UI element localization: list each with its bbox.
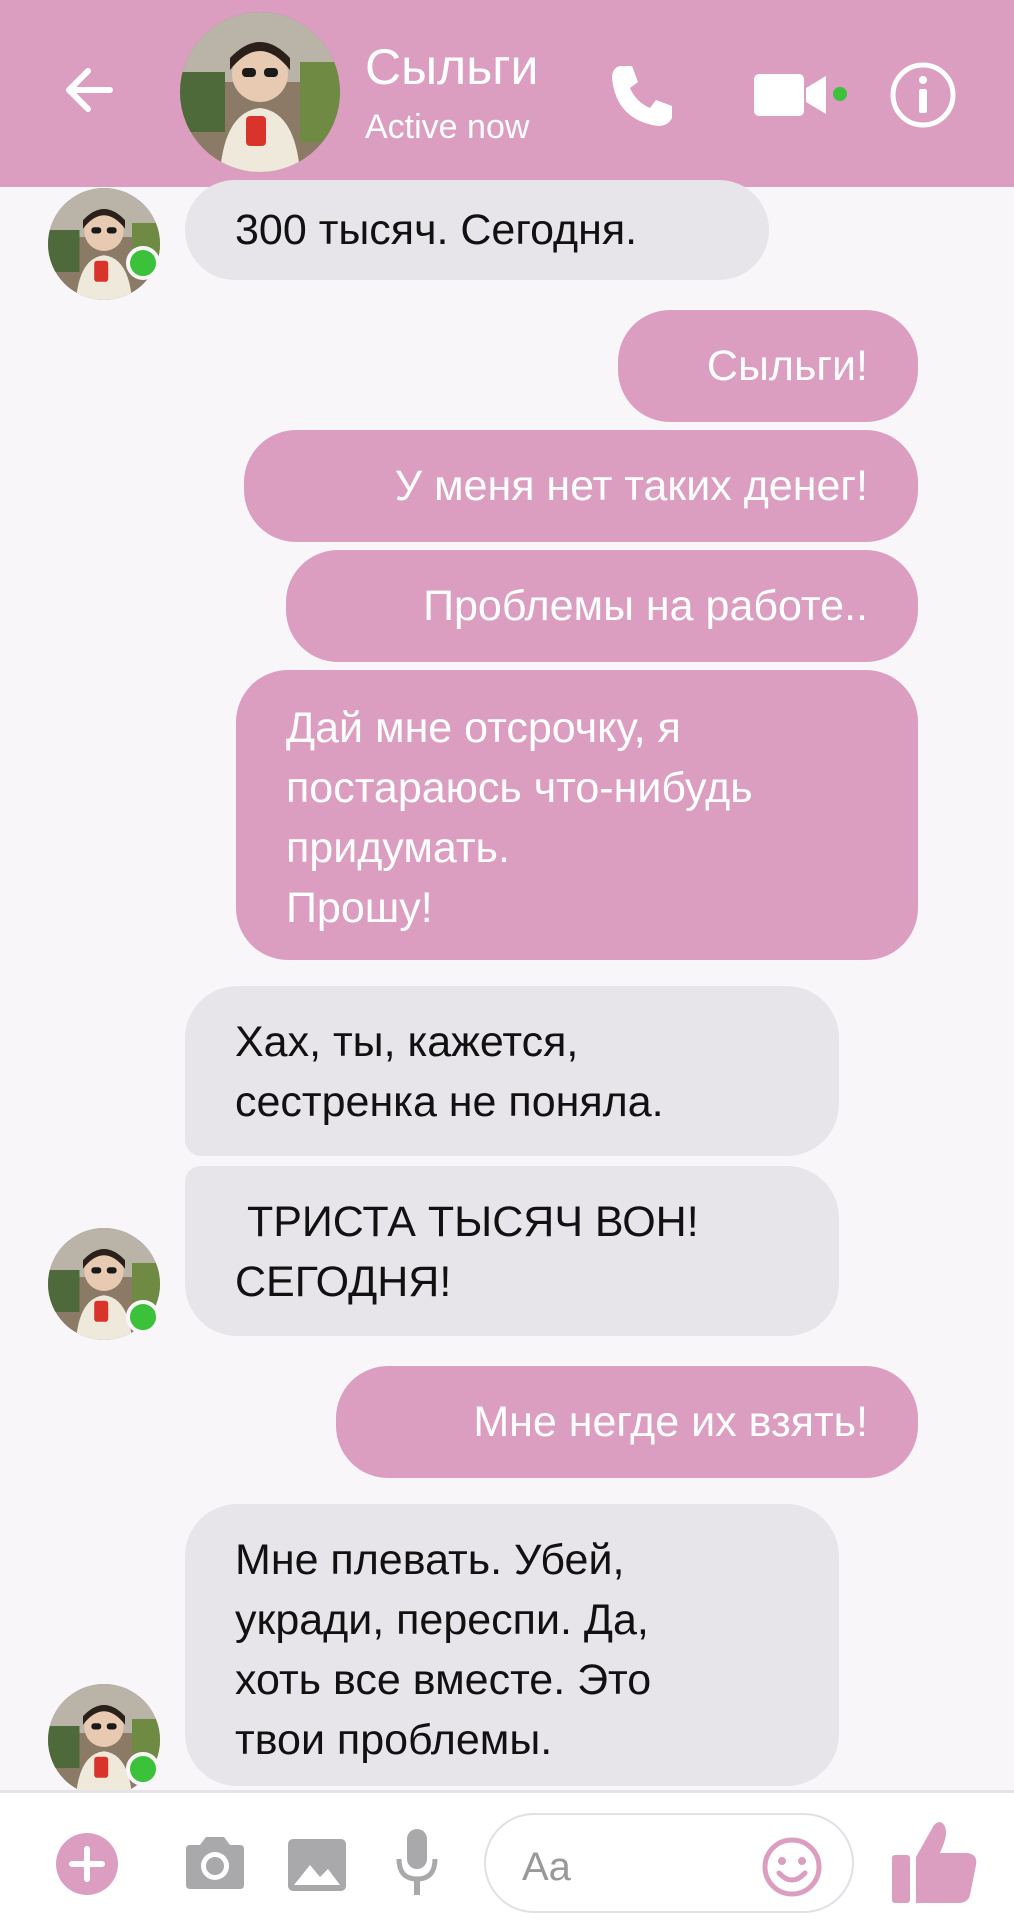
online-indicator — [126, 1300, 160, 1334]
video-camera-icon — [754, 74, 847, 116]
phone-icon — [612, 66, 672, 126]
message-bubble-outgoing[interactable]: У меня нет таких денег! — [244, 430, 918, 542]
message-bubble-incoming[interactable]: ТРИСТА ТЫСЯЧ ВОН! СЕГОДНЯ! — [185, 1166, 839, 1336]
back-button[interactable] — [58, 58, 122, 122]
message-text: Проблемы на работе.. — [423, 582, 868, 630]
thumbs-up-icon — [892, 1822, 977, 1903]
emoji-button[interactable] — [760, 1835, 824, 1899]
active-status: Active now — [365, 108, 530, 146]
plus-icon — [69, 1846, 105, 1882]
message-bubble-incoming[interactable]: 300 тысяч. Сегодня. — [185, 180, 769, 280]
message-line: ТРИСТА ТЫСЯЧ ВОН! — [235, 1198, 699, 1246]
message-line: придумать. — [286, 824, 510, 872]
message-bubble-outgoing[interactable]: Мне негде их взять! — [336, 1366, 918, 1478]
image-icon — [288, 1839, 346, 1891]
message-line: постараюсь что-нибудь — [286, 764, 753, 812]
camera-icon — [186, 1837, 244, 1889]
message-line: твои проблемы. — [235, 1716, 553, 1764]
smiley-icon — [762, 1837, 822, 1897]
message-bubble-outgoing[interactable]: Проблемы на работе.. — [286, 550, 918, 662]
add-button[interactable] — [56, 1833, 118, 1895]
message-bubble-incoming[interactable]: Хах, ты, кажется, сестренка не поняла. — [185, 986, 839, 1156]
message-bubble-outgoing[interactable]: Сыльги! — [618, 310, 918, 422]
microphone-icon — [396, 1829, 438, 1895]
info-icon — [890, 62, 956, 128]
message-text: 300 тысяч. Сегодня. — [235, 206, 638, 254]
like-button[interactable] — [888, 1817, 980, 1907]
voice-button[interactable] — [394, 1827, 440, 1899]
message-text: Мне негде их взять! — [473, 1398, 868, 1446]
gallery-button[interactable] — [286, 1835, 348, 1895]
camera-button[interactable] — [182, 1833, 248, 1893]
message-line: Дай мне отсрочку, я — [286, 704, 681, 752]
sender-avatar[interactable] — [48, 188, 160, 300]
message-line: Прошу! — [286, 884, 433, 932]
message-bubble-incoming[interactable]: Мне плевать. Убей, укради, переспи. Да, … — [185, 1504, 839, 1786]
message-line: укради, переспи. Да, — [235, 1596, 649, 1644]
contact-avatar[interactable] — [180, 12, 340, 172]
arrow-left-icon — [66, 68, 113, 112]
message-line: сестренка не поняла. — [235, 1078, 664, 1126]
message-bubble-outgoing[interactable]: Дай мне отсрочку, я постараюсь что-нибуд… — [236, 670, 918, 960]
message-line: Мне плевать. Убей, — [235, 1536, 625, 1584]
video-call-button[interactable] — [752, 66, 850, 124]
online-indicator — [126, 246, 160, 280]
contact-name[interactable]: Сыльги — [365, 38, 538, 96]
online-indicator — [126, 1752, 160, 1786]
chat-header: Сыльги Active now — [0, 0, 1014, 187]
message-text: У меня нет таких денег! — [394, 462, 868, 510]
message-line: Хах, ты, кажется, — [235, 1018, 579, 1066]
message-input[interactable]: Aa — [484, 1813, 854, 1913]
message-line: СЕГОДНЯ! — [235, 1258, 452, 1306]
message-line: хоть все вместе. Это — [235, 1656, 652, 1704]
composer-bar: Aa — [0, 1790, 1014, 1920]
call-button[interactable] — [606, 58, 680, 132]
message-text: Сыльги! — [706, 342, 868, 390]
message-input-placeholder: Aa — [522, 1845, 571, 1889]
info-button[interactable] — [888, 60, 958, 130]
